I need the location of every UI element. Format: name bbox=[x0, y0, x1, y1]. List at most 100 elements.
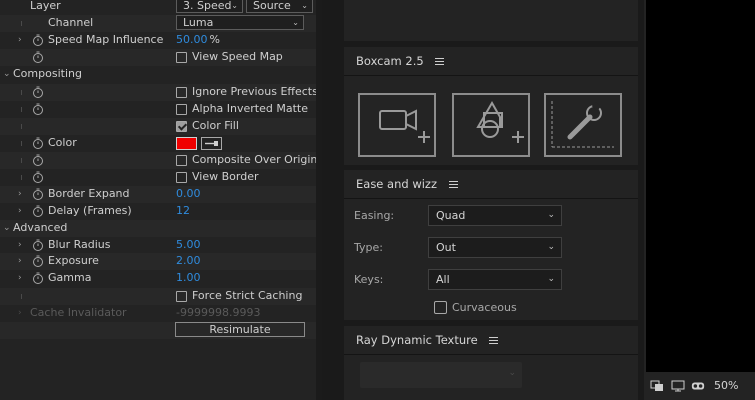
color-label: Color bbox=[48, 136, 77, 149]
stopwatch-icon[interactable] bbox=[32, 86, 44, 98]
tree-tick bbox=[21, 124, 22, 129]
tree-tick bbox=[21, 175, 22, 180]
expand-chevron-icon[interactable]: › bbox=[18, 273, 22, 283]
composite-over-original-checkbox[interactable] bbox=[176, 155, 187, 166]
chevron-down-icon: ⌄ bbox=[292, 18, 299, 27]
expand-chevron-icon[interactable]: › bbox=[18, 240, 22, 250]
keys-select[interactable]: All ⌄ bbox=[428, 269, 562, 290]
type-select[interactable]: Out ⌄ bbox=[428, 237, 562, 258]
blur-radius-label: Blur Radius bbox=[48, 238, 111, 251]
view-speed-map-label: View Speed Map bbox=[192, 50, 283, 63]
stopwatch-icon[interactable] bbox=[32, 154, 44, 166]
exposure-label: Exposure bbox=[48, 254, 99, 267]
view-border-checkbox[interactable] bbox=[176, 172, 187, 183]
gamma-value[interactable]: 1.00 bbox=[176, 271, 201, 284]
preview-toggle-icon[interactable] bbox=[650, 380, 664, 392]
cache-invalidator-label: Cache Invalidator bbox=[30, 306, 127, 319]
curvaceous-checkbox[interactable] bbox=[434, 301, 447, 314]
exposure-value[interactable]: 2.00 bbox=[176, 254, 201, 267]
stopwatch-icon[interactable] bbox=[32, 103, 44, 115]
chevron-down-icon: ⌄ bbox=[231, 1, 238, 10]
expand-chevron-icon[interactable]: › bbox=[18, 206, 22, 216]
stopwatch-icon[interactable] bbox=[32, 239, 44, 251]
delay-frames-value[interactable]: 12 bbox=[176, 204, 190, 217]
view-border-label: View Border bbox=[192, 170, 259, 183]
resimulate-button[interactable]: Resimulate bbox=[175, 322, 305, 337]
ignore-previous-effects-label: Ignore Previous Effects bbox=[192, 85, 318, 98]
stopwatch-icon[interactable] bbox=[32, 171, 44, 183]
border-expand-value[interactable]: 0.00 bbox=[176, 187, 201, 200]
layer-label: Layer bbox=[30, 0, 61, 12]
easing-select[interactable]: Quad ⌄ bbox=[428, 205, 562, 226]
channel-select[interactable]: Luma ⌄ bbox=[176, 15, 304, 30]
tree-tick bbox=[21, 158, 22, 163]
stopwatch-icon[interactable] bbox=[32, 272, 44, 284]
speed-map-influence-value[interactable]: 50.00% bbox=[176, 33, 220, 46]
alpha-inverted-matte-row: Alpha Inverted Matte bbox=[0, 101, 322, 118]
expand-chevron-icon: › bbox=[18, 308, 22, 318]
ignore-previous-effects-row: Ignore Previous Effects bbox=[0, 84, 322, 101]
expand-chevron-icon[interactable]: › bbox=[18, 189, 22, 199]
view-border-row: View Border bbox=[0, 169, 322, 186]
panel-menu-icon[interactable] bbox=[435, 56, 445, 67]
tree-tick bbox=[21, 141, 22, 146]
view-speed-map-checkbox[interactable] bbox=[176, 52, 187, 63]
viewer-canvas[interactable] bbox=[646, 0, 755, 372]
gamma-label: Gamma bbox=[48, 271, 92, 284]
stopwatch-icon[interactable] bbox=[32, 137, 44, 149]
panel-menu-icon[interactable] bbox=[448, 179, 458, 190]
collapse-chevron-icon[interactable]: ⌄ bbox=[3, 69, 11, 79]
boxcam-tools-button[interactable] bbox=[544, 93, 622, 157]
ignore-previous-effects-checkbox[interactable] bbox=[176, 87, 187, 98]
gamma-row: › Gamma 1.00 bbox=[0, 270, 322, 287]
texture-select-disabled: ⌄ bbox=[360, 362, 522, 388]
alpha-inverted-matte-checkbox[interactable] bbox=[176, 104, 187, 115]
expand-chevron-icon[interactable]: › bbox=[18, 35, 22, 45]
composition-viewer: 50% bbox=[644, 0, 755, 400]
extensions-column: Boxcam 2.5 Ease and wizz Easing: Quad ⌄ … bbox=[322, 0, 644, 400]
vr-goggles-icon[interactable] bbox=[691, 380, 705, 392]
border-expand-row: › Border Expand 0.00 bbox=[0, 186, 322, 203]
channel-label: Channel bbox=[48, 16, 94, 29]
color-fill-label: Color Fill bbox=[192, 119, 239, 132]
ease-and-wizz-title: Ease and wizz bbox=[356, 170, 458, 198]
cache-invalidator-value: -9999998.9993 bbox=[176, 306, 261, 319]
panel-menu-icon[interactable] bbox=[489, 335, 499, 346]
ray-dynamic-texture-panel: Ray Dynamic Texture ⌄ bbox=[344, 326, 638, 400]
compositing-group-row[interactable]: ⌄ Compositing bbox=[0, 66, 322, 83]
monitor-icon[interactable] bbox=[671, 380, 685, 392]
stopwatch-icon[interactable] bbox=[32, 205, 44, 217]
composite-over-original-label: Composite Over Original bbox=[192, 153, 322, 166]
color-fill-checkbox[interactable] bbox=[176, 121, 187, 132]
stopwatch-icon[interactable] bbox=[32, 255, 44, 267]
cache-invalidator-row: › Cache Invalidator -9999998.9993 bbox=[0, 305, 322, 322]
chevron-down-icon: ⌄ bbox=[547, 210, 555, 220]
color-swatch[interactable] bbox=[176, 137, 197, 150]
blur-radius-value[interactable]: 5.00 bbox=[176, 238, 201, 251]
advanced-label: Advanced bbox=[13, 221, 68, 234]
boxcam-shapes-button[interactable] bbox=[452, 93, 530, 157]
wrench-icon bbox=[551, 101, 614, 148]
force-strict-caching-label: Force Strict Caching bbox=[192, 289, 303, 302]
boxcam-camera-button[interactable] bbox=[358, 93, 436, 157]
keys-label: Keys: bbox=[354, 273, 384, 286]
chevron-down-icon: ⌄ bbox=[508, 368, 516, 378]
tree-tick bbox=[21, 294, 22, 299]
exposure-row: › Exposure 2.00 bbox=[0, 253, 322, 270]
tree-tick bbox=[21, 21, 22, 26]
layer-select[interactable]: 3. Speed ⌄ bbox=[176, 0, 243, 13]
delay-frames-row: › Delay (Frames) 12 bbox=[0, 203, 322, 220]
source-select[interactable]: Source ⌄ bbox=[246, 0, 313, 13]
collapse-chevron-icon[interactable]: ⌄ bbox=[3, 223, 11, 233]
delay-frames-label: Delay (Frames) bbox=[48, 204, 132, 217]
alpha-inverted-matte-label: Alpha Inverted Matte bbox=[192, 102, 308, 115]
stopwatch-icon[interactable] bbox=[32, 34, 44, 46]
stopwatch-icon[interactable] bbox=[32, 51, 44, 63]
eyedropper-icon[interactable] bbox=[201, 137, 222, 150]
expand-chevron-icon[interactable]: › bbox=[18, 256, 22, 266]
zoom-level[interactable]: 50% bbox=[714, 379, 738, 392]
force-strict-caching-checkbox[interactable] bbox=[176, 291, 187, 302]
advanced-group-row[interactable]: ⌄ Advanced bbox=[0, 220, 322, 237]
compositing-label: Compositing bbox=[13, 67, 82, 80]
stopwatch-icon[interactable] bbox=[32, 188, 44, 200]
